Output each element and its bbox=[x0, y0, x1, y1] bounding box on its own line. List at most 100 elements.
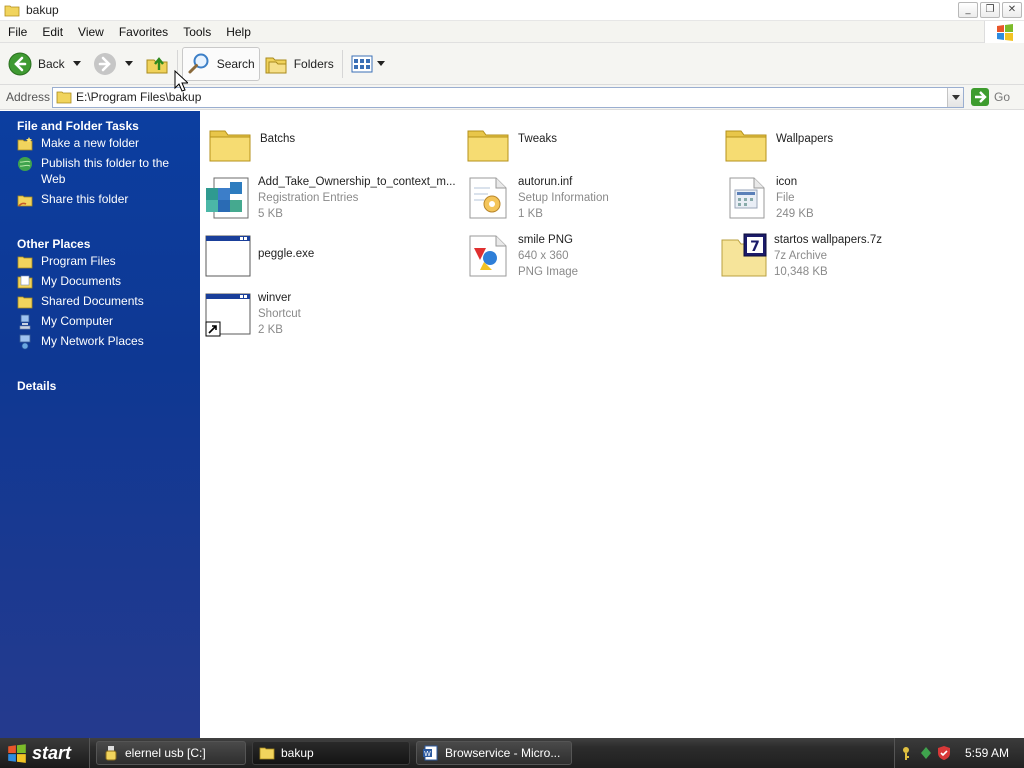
place-label: My Network Places bbox=[41, 334, 144, 348]
back-label: Back bbox=[38, 56, 65, 71]
file-name: icon bbox=[776, 176, 798, 188]
place-my-computer[interactable]: My Computer bbox=[0, 313, 200, 333]
back-arrow-icon bbox=[8, 52, 32, 75]
menu-help[interactable]: Help bbox=[218, 25, 258, 39]
task-pane: File and Folder Tasks Make a new folder … bbox=[0, 111, 200, 738]
file-item-smile-png[interactable]: smile PNG 640 x 360 PNG Image bbox=[464, 232, 578, 280]
forward-button[interactable] bbox=[89, 47, 137, 81]
file-item-tweaks[interactable]: Tweaks bbox=[464, 119, 557, 167]
file-item-winver[interactable]: winver Shortcut 2 KB bbox=[204, 290, 301, 338]
place-shared-documents[interactable]: Shared Documents bbox=[0, 293, 200, 313]
place-label: Shared Documents bbox=[41, 294, 144, 308]
7z-archive-icon: 7 bbox=[721, 233, 767, 277]
system-tray: 5:59 AM bbox=[894, 738, 1024, 768]
maximize-button[interactable]: ❐ bbox=[980, 2, 1000, 18]
file-name: Tweaks bbox=[518, 133, 557, 145]
network-icon[interactable] bbox=[919, 745, 933, 761]
task-label: Share this folder bbox=[41, 192, 129, 206]
taskbar-item-label: elernel usb [C:] bbox=[125, 746, 206, 760]
png-image-icon bbox=[469, 235, 507, 277]
taskbar: start elernel usb [C:] bakup W Browservi… bbox=[0, 738, 1024, 768]
go-button[interactable]: Go bbox=[970, 87, 1010, 107]
file-type: Setup Information bbox=[518, 192, 609, 204]
windows-logo-icon bbox=[8, 744, 26, 763]
title-bar: bakup _ ❐ ✕ bbox=[0, 0, 1024, 21]
address-dropdown-button[interactable] bbox=[947, 87, 963, 107]
file-size: 10,348 KB bbox=[774, 266, 828, 278]
place-my-network-places[interactable]: My Network Places bbox=[0, 333, 200, 353]
search-button[interactable]: Search bbox=[181, 46, 260, 81]
windows-logo-icon bbox=[984, 21, 1024, 43]
task-publish-web[interactable]: Publish this folder to the Web bbox=[0, 155, 200, 191]
file-item-startos-wallpapers[interactable]: 7 startos wallpapers.7z 7z Archive 10,34… bbox=[720, 232, 882, 280]
file-name: winver bbox=[258, 292, 292, 304]
toolbar-separator bbox=[341, 49, 343, 78]
file-size: 1 KB bbox=[518, 208, 543, 220]
svg-text:7: 7 bbox=[750, 239, 760, 255]
task-label: Make a new folder bbox=[41, 136, 140, 150]
place-my-documents[interactable]: My Documents bbox=[0, 273, 200, 293]
folder-icon bbox=[17, 256, 33, 269]
folder-icon bbox=[209, 130, 251, 162]
my-documents-icon bbox=[17, 275, 33, 289]
address-input[interactable]: E:\Program Files\bakup bbox=[52, 86, 964, 108]
file-size: 5 KB bbox=[258, 208, 283, 220]
task-share-folder[interactable]: Share this folder bbox=[0, 191, 200, 211]
address-bar: Address E:\Program Files\bakup Go bbox=[0, 85, 1024, 110]
file-name: startos wallpapers.7z bbox=[774, 234, 883, 246]
file-item-autorun[interactable]: autorun.inf Setup Information 1 KB bbox=[464, 174, 609, 222]
views-button[interactable] bbox=[347, 47, 389, 81]
taskbar-item-label: Browservice - Micro... bbox=[445, 746, 561, 760]
menu-edit[interactable]: Edit bbox=[34, 25, 70, 39]
share-folder-icon bbox=[17, 195, 33, 207]
back-button[interactable]: Back bbox=[4, 47, 85, 81]
file-item-peggle[interactable]: peggle.exe bbox=[204, 232, 314, 280]
up-folder-button[interactable] bbox=[141, 47, 173, 81]
menu-file[interactable]: File bbox=[0, 25, 34, 39]
place-label: My Documents bbox=[41, 274, 122, 288]
file-item-add-take-ownership[interactable]: Add_Take_Ownership_to_context_m... Regis… bbox=[204, 174, 456, 222]
taskbar-item-bakup[interactable]: bakup bbox=[252, 741, 410, 765]
close-button[interactable]: ✕ bbox=[1002, 2, 1022, 18]
taskbar-item-browservice[interactable]: W Browservice - Micro... bbox=[416, 741, 572, 765]
minimize-button[interactable]: _ bbox=[958, 2, 978, 18]
security-shield-icon[interactable] bbox=[937, 745, 951, 761]
forward-arrow-icon bbox=[93, 52, 116, 75]
file-folder-tasks-title[interactable]: File and Folder Tasks bbox=[0, 111, 200, 135]
keys-icon[interactable] bbox=[901, 745, 915, 761]
file-size: PNG Image bbox=[518, 266, 579, 278]
folders-button[interactable]: Folders bbox=[260, 47, 338, 81]
views-icon bbox=[351, 55, 373, 72]
file-name: smile PNG bbox=[518, 234, 573, 246]
new-folder-icon bbox=[17, 137, 33, 151]
place-label: Program Files bbox=[41, 254, 116, 268]
back-dropdown-icon[interactable] bbox=[72, 61, 81, 66]
registry-file-icon bbox=[206, 177, 249, 219]
place-program-files[interactable]: Program Files bbox=[0, 253, 200, 273]
usb-icon bbox=[105, 746, 117, 761]
file-item-icon[interactable]: icon File 249 KB bbox=[722, 174, 814, 222]
views-dropdown-icon[interactable] bbox=[376, 61, 385, 66]
other-places-title[interactable]: Other Places bbox=[0, 229, 200, 253]
menu-favorites[interactable]: Favorites bbox=[111, 25, 175, 39]
file-size: 2 KB bbox=[258, 324, 283, 336]
menu-view[interactable]: View bbox=[70, 25, 111, 39]
details-title[interactable]: Details bbox=[0, 371, 200, 395]
forward-dropdown-icon[interactable] bbox=[124, 61, 133, 66]
start-button[interactable]: start bbox=[0, 738, 90, 768]
clock: 5:59 AM bbox=[965, 746, 1010, 760]
folder-icon bbox=[467, 130, 509, 162]
file-item-wallpapers[interactable]: Wallpapers bbox=[722, 119, 833, 167]
folder-icon bbox=[725, 130, 767, 162]
window-title: bakup bbox=[26, 3, 59, 17]
task-make-new-folder[interactable]: Make a new folder bbox=[0, 135, 200, 155]
file-type: Registration Entries bbox=[258, 192, 359, 204]
application-icon bbox=[205, 235, 251, 277]
file-item-batchs[interactable]: Batchs bbox=[206, 119, 295, 167]
taskbar-item-usb[interactable]: elernel usb [C:] bbox=[96, 741, 246, 765]
address-path: E:\Program Files\bakup bbox=[76, 90, 202, 104]
file-type: Shortcut bbox=[258, 308, 301, 320]
folder-icon bbox=[17, 296, 33, 309]
menu-tools[interactable]: Tools bbox=[175, 25, 218, 39]
folders-label: Folders bbox=[293, 56, 334, 71]
